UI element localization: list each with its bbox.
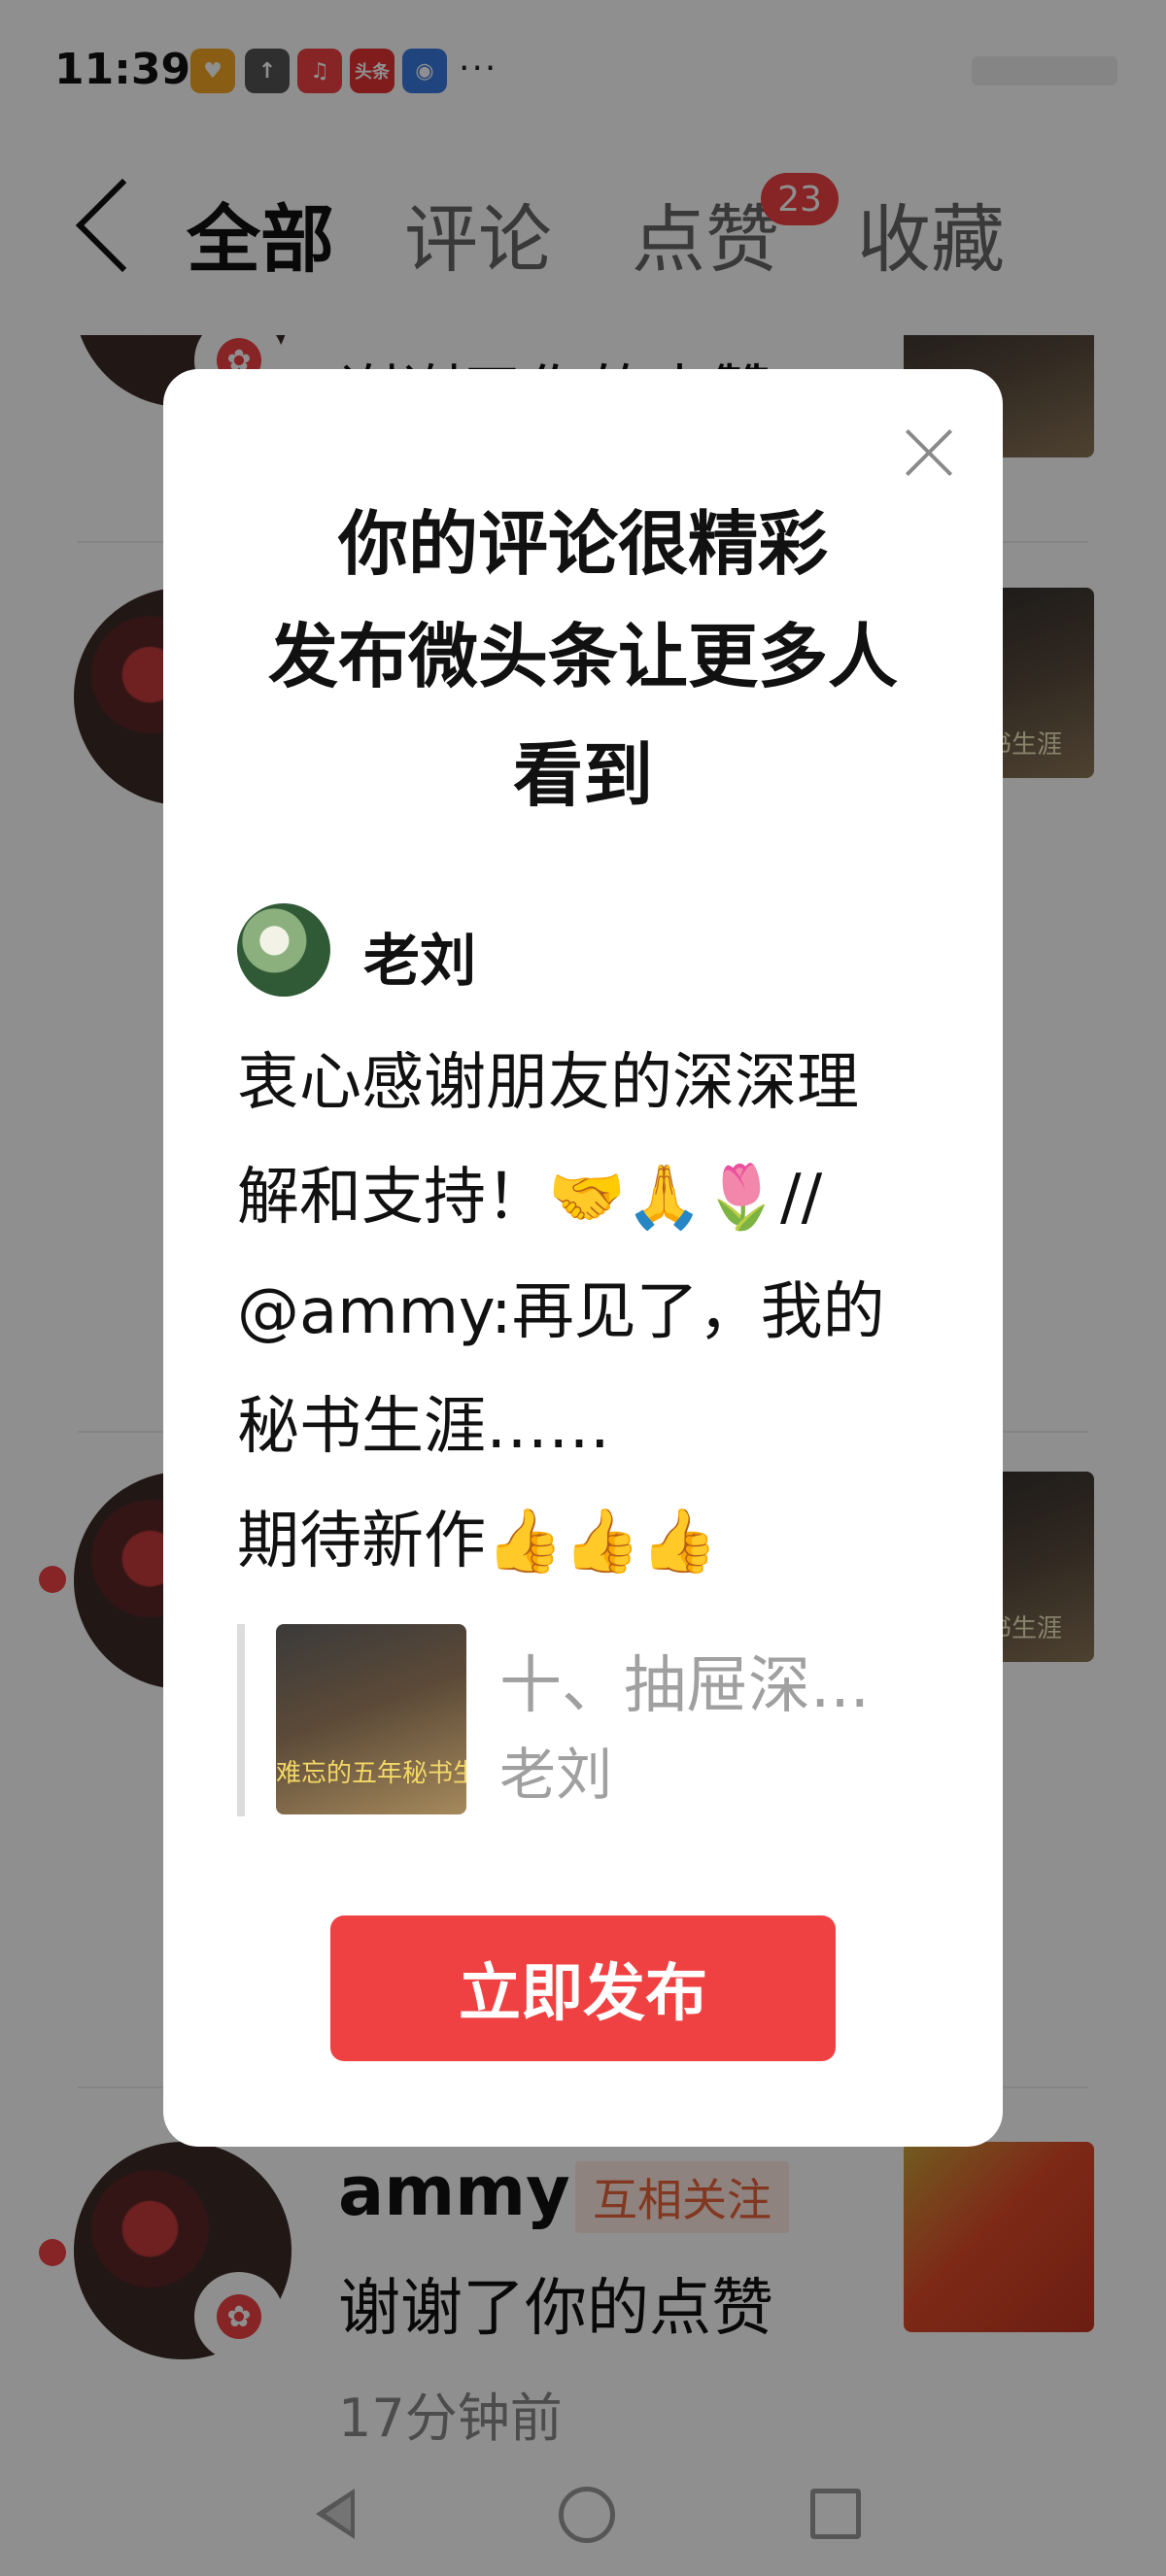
close-icon[interactable] xyxy=(902,425,956,480)
article-thumbnail-caption: 难忘的五年秘书生涯 xyxy=(276,1759,466,1788)
comment-text: 衷心感谢朋友的深深理 解和支持！🤝🙏🌷// @ammy:再见了，我的 秘书生涯…… xyxy=(237,1047,885,1577)
dialog-title-line: 看到 xyxy=(512,734,653,816)
article-author: 老刘 xyxy=(499,1742,613,1808)
dialog-title-line: 你的评论很精彩 xyxy=(337,503,828,585)
author-name: 老刘 xyxy=(363,928,477,994)
article-title: 十、抽屉深... xyxy=(499,1650,871,1722)
article-thumbnail: 难忘的五年秘书生涯 xyxy=(276,1624,466,1814)
quoted-article[interactable]: 难忘的五年秘书生涯 十、抽屉深... 老刘 xyxy=(237,1624,944,1816)
publish-prompt-dialog: 你的评论很精彩 发布微头条让更多人 看到 老刘 衷心感谢朋友的深深理 解和支持！… xyxy=(163,369,1003,2147)
author-avatar xyxy=(237,903,330,997)
dialog-title-line: 发布微头条让更多人 xyxy=(267,616,898,697)
publish-now-button[interactable]: 立即发布 xyxy=(330,1915,836,2061)
dialog-title: 你的评论很精彩 发布微头条让更多人 看到 xyxy=(202,488,964,831)
